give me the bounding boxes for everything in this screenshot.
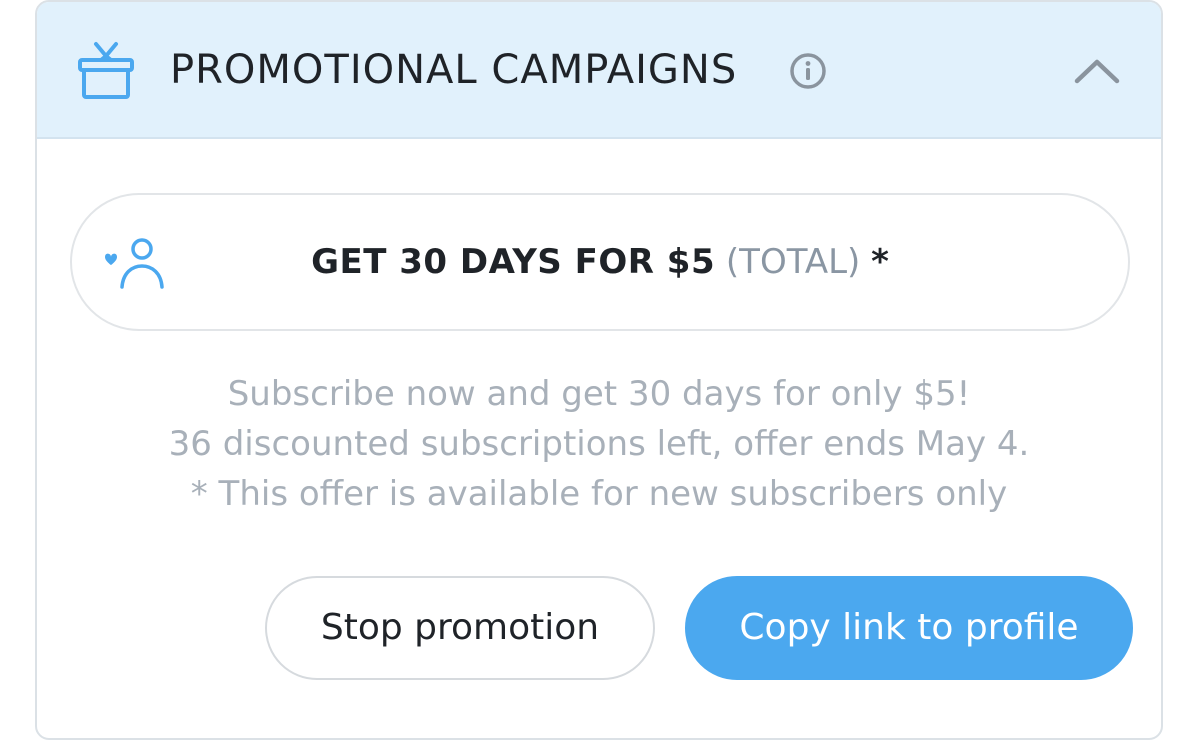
- offer-title: GET 30 DAYS FOR $5 (TOTAL) *: [72, 240, 1128, 284]
- description-line-3: * This offer is available for new subscr…: [190, 474, 1008, 514]
- chevron-up-icon[interactable]: [1073, 56, 1121, 86]
- offer-card: GET 30 DAYS FOR $5 (TOTAL) *: [70, 193, 1130, 331]
- gift-icon: [78, 42, 134, 99]
- panel-header[interactable]: PROMOTIONAL CAMPAIGNS: [37, 2, 1161, 139]
- copy-link-button[interactable]: Copy link to profile: [685, 576, 1133, 680]
- promotional-campaigns-panel: PROMOTIONAL CAMPAIGNS GET 30 DAYS FOR $5…: [35, 0, 1163, 740]
- info-icon[interactable]: [789, 52, 827, 90]
- stop-promotion-button[interactable]: Stop promotion: [265, 576, 655, 680]
- description-line-2: 36 discounted subscriptions left, offer …: [168, 424, 1030, 464]
- description-line-1: Subscribe now and get 30 days for only $…: [227, 374, 971, 414]
- page-title: PROMOTIONAL CAMPAIGNS: [170, 47, 738, 93]
- offer-asterisk: *: [871, 242, 889, 282]
- offer-total-text: (TOTAL): [725, 242, 861, 282]
- offer-description: Subscribe now and get 30 days for only $…: [37, 369, 1161, 519]
- offer-main-text: GET 30 DAYS FOR $5: [311, 242, 716, 282]
